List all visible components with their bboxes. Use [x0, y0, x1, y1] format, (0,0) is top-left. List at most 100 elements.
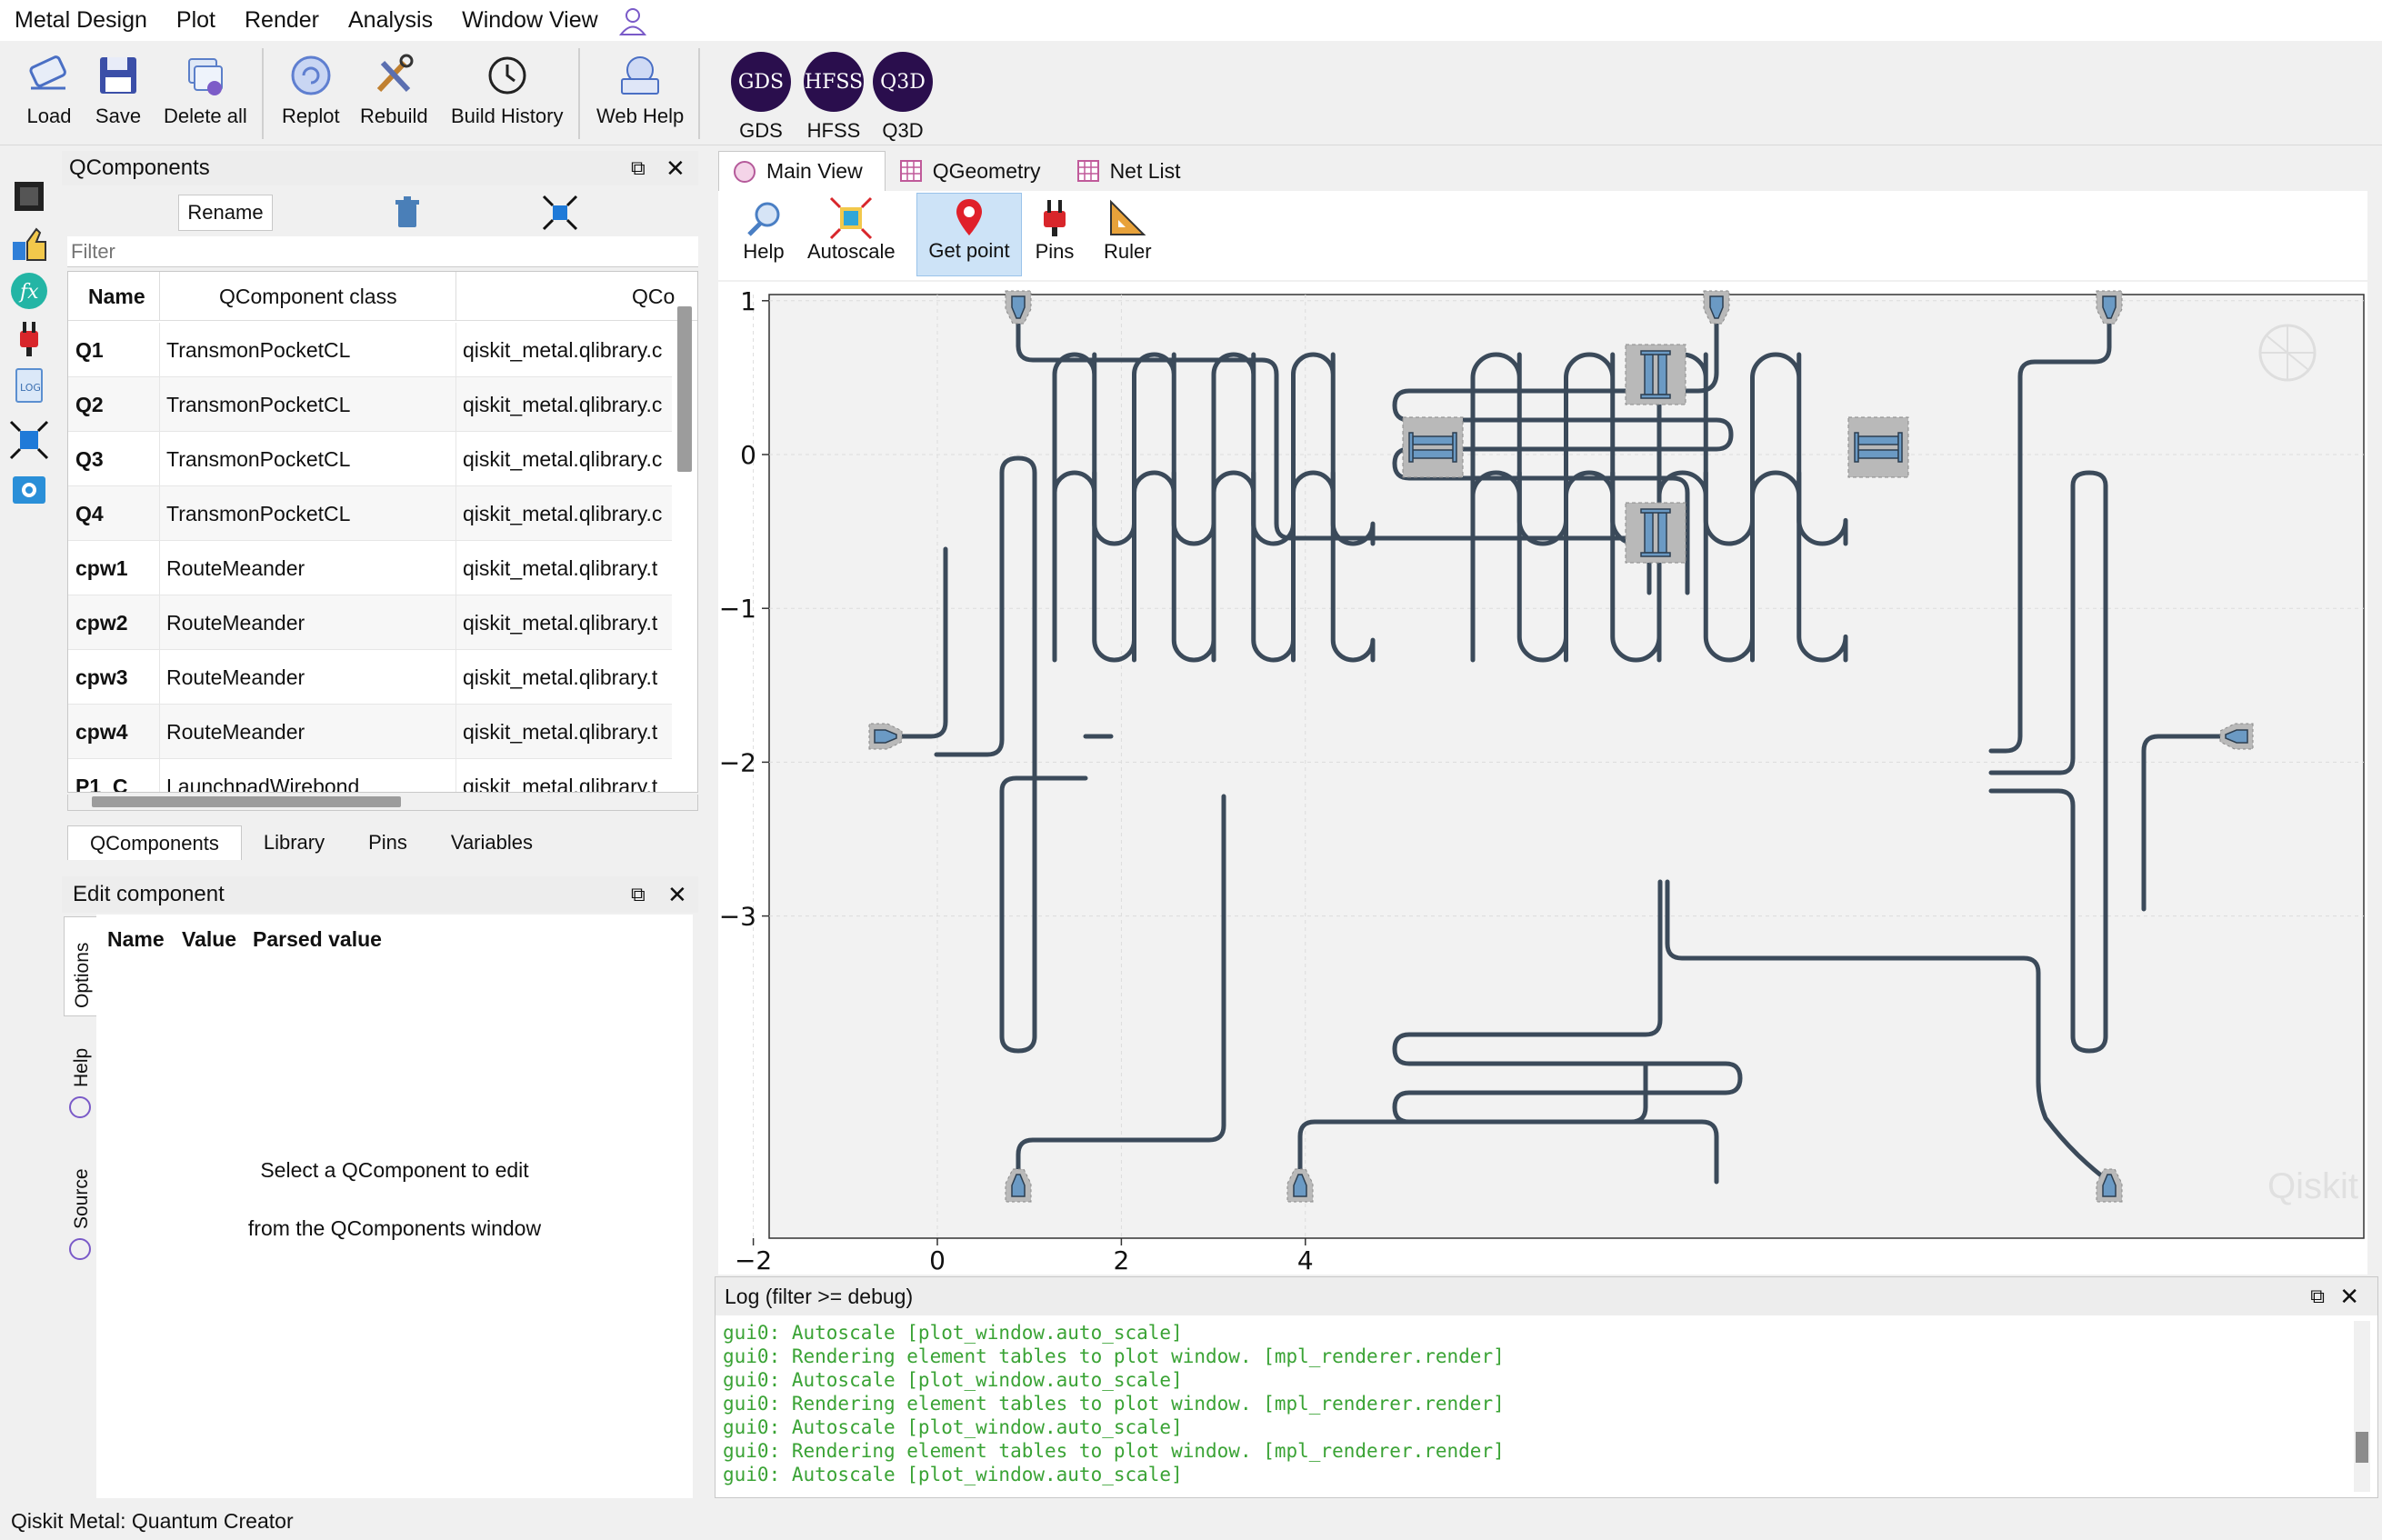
load-button[interactable]: Load: [24, 50, 75, 128]
table-row[interactable]: cpw2 RouteMeander qiskit_metal.qlibrary.t: [68, 595, 672, 650]
autoscale-button[interactable]: Autoscale: [807, 196, 896, 264]
ruler-button[interactable]: Ruler: [1104, 196, 1152, 264]
cell-class[interactable]: RouteMeander: [166, 650, 454, 705]
tab-qcomponents[interactable]: QComponents: [67, 825, 242, 860]
table-row[interactable]: cpw4 RouteMeander qiskit_metal.qlibrary.t: [68, 705, 672, 759]
cell-module[interactable]: qiskit_metal.qlibrary.t: [463, 650, 674, 705]
edit-column-parsed[interactable]: Parsed value: [253, 927, 382, 952]
gds-button[interactable]: GDS GDS: [731, 52, 791, 143]
table-row[interactable]: Q2 TransmonPocketCL qiskit_metal.qlibrary.…: [68, 377, 672, 432]
plot-canvas[interactable]: −4−20243210−1−2−3: [551, 0, 2382, 1275]
cell-name[interactable]: Q4: [75, 486, 159, 541]
cell-name[interactable]: Q3: [75, 432, 159, 486]
cell-name[interactable]: P1_C: [75, 759, 159, 792]
tab-main-view[interactable]: Main View: [718, 151, 886, 191]
delete-all-button[interactable]: Delete all: [164, 50, 247, 128]
cell-name[interactable]: cpw1: [75, 541, 159, 595]
save-button[interactable]: Save: [93, 50, 144, 128]
float-icon[interactable]: ⧉: [631, 876, 646, 913]
zoom-to-component-icon[interactable]: [542, 195, 578, 231]
rebuild-button[interactable]: Rebuild: [360, 50, 428, 128]
user-icon[interactable]: [616, 5, 649, 37]
tab-net-list[interactable]: Net List: [1063, 151, 1203, 191]
get-point-button[interactable]: Get point: [916, 193, 1022, 276]
tab-pins[interactable]: Pins: [346, 825, 429, 860]
menu-metal-design[interactable]: Metal Design: [0, 0, 162, 41]
edit-component-header: Edit component ⧉ ✕: [62, 876, 698, 913]
function-icon[interactable]: fx: [9, 271, 49, 311]
tab-library[interactable]: Library: [242, 825, 346, 860]
builder-icon[interactable]: [9, 224, 49, 264]
hfss-button[interactable]: HFSS HFSS: [804, 52, 864, 143]
cell-module[interactable]: qiskit_metal.qlibrary.c: [463, 486, 674, 541]
float-icon[interactable]: ⧉: [631, 151, 646, 185]
table-row[interactable]: Q1 TransmonPocketCL qiskit_metal.qlibrary.…: [68, 323, 672, 377]
menu-analysis[interactable]: Analysis: [334, 0, 447, 41]
pins-button[interactable]: Pins: [1033, 196, 1076, 264]
fit-view-icon[interactable]: [9, 420, 49, 460]
build-history-button[interactable]: Build History: [451, 50, 563, 128]
rename-button[interactable]: Rename: [178, 195, 273, 231]
cell-name[interactable]: Q1: [75, 323, 159, 377]
column-header-class[interactable]: QComponent class: [219, 285, 397, 309]
plug-icon[interactable]: [9, 318, 49, 358]
side-tab-help[interactable]: Help: [64, 1027, 96, 1136]
screenshot-icon[interactable]: [9, 469, 49, 509]
cell-class[interactable]: TransmonPocketCL: [166, 486, 454, 541]
chip-icon[interactable]: [9, 176, 49, 216]
log-scrollbar-thumb[interactable]: [2356, 1432, 2368, 1463]
cell-module[interactable]: qiskit_metal.qlibrary.c: [463, 323, 674, 377]
layout-plot[interactable]: −4−20243210−1−2−3: [551, 0, 2382, 1275]
cell-module[interactable]: qiskit_metal.qlibrary.t: [463, 759, 674, 792]
cell-module[interactable]: qiskit_metal.qlibrary.c: [463, 432, 674, 486]
rebuild-label: Rebuild: [360, 105, 428, 127]
cell-module[interactable]: qiskit_metal.qlibrary.t: [463, 705, 674, 759]
replot-button[interactable]: Replot: [282, 50, 340, 128]
q3d-button[interactable]: Q3D Q3D: [873, 52, 933, 143]
vertical-scrollbar[interactable]: [677, 306, 692, 472]
cell-name[interactable]: cpw2: [75, 595, 159, 650]
side-tab-options[interactable]: Options: [64, 916, 96, 1016]
table-row[interactable]: cpw3 RouteMeander qiskit_metal.qlibrary.t: [68, 650, 672, 705]
close-icon[interactable]: ✕: [667, 876, 687, 913]
table-row[interactable]: cpw1 RouteMeander qiskit_metal.qlibrary.t: [68, 541, 672, 595]
web-help-button[interactable]: Web Help: [596, 50, 684, 128]
cell-class[interactable]: LaunchpadWirebond: [166, 759, 454, 792]
edit-column-value[interactable]: Value: [182, 927, 236, 952]
column-header-name[interactable]: Name: [88, 285, 145, 309]
table-row[interactable]: Q3 TransmonPocketCL qiskit_metal.qlibrary.…: [68, 432, 672, 486]
log-icon[interactable]: LOG: [9, 365, 49, 405]
table-row[interactable]: P1_C LaunchpadWirebond qiskit_metal.qlibra…: [68, 759, 674, 792]
cell-class[interactable]: RouteMeander: [166, 595, 454, 650]
filter-input[interactable]: [67, 236, 698, 267]
trash-icon[interactable]: [391, 195, 424, 231]
log-line: gui0: Autoscale [plot_window.auto_scale]: [723, 1322, 1183, 1344]
menu-render[interactable]: Render: [230, 0, 334, 41]
menu-window-view[interactable]: Window View: [447, 0, 613, 41]
plot-help-button[interactable]: Help: [742, 196, 786, 264]
cell-module[interactable]: qiskit_metal.qlibrary.t: [463, 541, 674, 595]
menu-plot[interactable]: Plot: [162, 0, 230, 41]
horizontal-scrollbar-thumb[interactable]: [92, 796, 401, 807]
table-row[interactable]: Q4 TransmonPocketCL qiskit_metal.qlibrary.…: [68, 486, 672, 541]
cell-module[interactable]: qiskit_metal.qlibrary.t: [463, 595, 674, 650]
y-tick-label: 1: [740, 286, 756, 316]
cell-module[interactable]: qiskit_metal.qlibrary.c: [463, 377, 674, 432]
cell-name[interactable]: cpw4: [75, 705, 159, 759]
cell-name[interactable]: cpw3: [75, 650, 159, 705]
log-scrollbar[interactable]: [2354, 1321, 2370, 1492]
side-tab-source[interactable]: Source: [64, 1145, 96, 1264]
cell-class[interactable]: TransmonPocketCL: [166, 432, 454, 486]
cell-class[interactable]: TransmonPocketCL: [166, 323, 454, 377]
tab-variables[interactable]: Variables: [429, 825, 555, 860]
close-icon[interactable]: ✕: [666, 151, 686, 185]
cell-class[interactable]: RouteMeander: [166, 541, 454, 595]
cell-class[interactable]: TransmonPocketCL: [166, 377, 454, 432]
edit-column-name[interactable]: Name: [107, 927, 165, 952]
cell-name[interactable]: Q2: [75, 377, 159, 432]
float-icon[interactable]: ⧉: [2310, 1277, 2325, 1315]
column-header-module[interactable]: QCo: [632, 285, 675, 309]
close-icon[interactable]: ✕: [2339, 1277, 2359, 1315]
tab-qgeometry[interactable]: QGeometry: [886, 151, 1063, 191]
cell-class[interactable]: RouteMeander: [166, 705, 454, 759]
